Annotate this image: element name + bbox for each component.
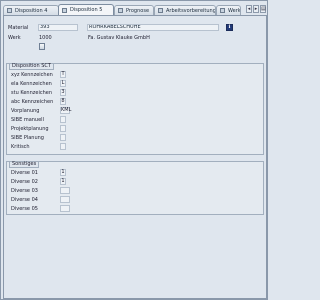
row-value-field[interactable] bbox=[60, 116, 66, 123]
tab-list-icon[interactable]: ▤ bbox=[260, 5, 266, 13]
tab-page-icon bbox=[158, 8, 163, 13]
row-value-field[interactable] bbox=[60, 196, 70, 203]
row-label: Vorplanung bbox=[11, 108, 40, 114]
tab-label: Disposition 4 bbox=[15, 7, 48, 14]
tab-page-icon bbox=[62, 7, 67, 13]
row-label: Kritisch bbox=[11, 144, 30, 150]
misc-group: Sonstiges Diverse 01 1 Diverse 02 1 Dive… bbox=[6, 161, 264, 215]
tab-label: Werk bbox=[228, 7, 241, 14]
info-icon[interactable]: i bbox=[226, 24, 233, 31]
plant-value: 1000 bbox=[39, 35, 52, 41]
tab-page-icon bbox=[220, 8, 225, 13]
tab-strip: Disposition 4 Disposition 5 Prognose Arb… bbox=[3, 4, 267, 15]
scroll-right-icon[interactable]: ▸ bbox=[253, 5, 259, 13]
row-value-field[interactable]: 1 bbox=[60, 169, 66, 176]
row-value-field[interactable]: L bbox=[60, 80, 66, 87]
row-value-field[interactable] bbox=[60, 134, 66, 141]
material-label: Material bbox=[8, 25, 29, 31]
scroll-left-icon[interactable]: ◂ bbox=[246, 5, 252, 13]
group-title: Disposition SCT bbox=[9, 63, 54, 70]
row-label: Diverse 04 bbox=[11, 197, 38, 203]
row-label: Projektplanung bbox=[11, 126, 49, 132]
material-description-field: ROHRKABELSCHUHE bbox=[87, 24, 219, 31]
row-value-field[interactable] bbox=[60, 187, 70, 194]
tab-label: Prognose bbox=[126, 7, 150, 14]
row-value-field[interactable] bbox=[60, 125, 66, 132]
plant-select-button[interactable] bbox=[39, 43, 45, 50]
row-label: ela Kennzeichen bbox=[11, 81, 52, 87]
row-label: SIBE Planung bbox=[11, 135, 44, 141]
row-value-field[interactable]: T bbox=[60, 71, 66, 78]
tab-label: Disposition 5 bbox=[70, 7, 103, 13]
window-frame: Disposition 4 Disposition 5 Prognose Arb… bbox=[0, 0, 268, 300]
row-label: stu Kennzeichen bbox=[11, 90, 53, 96]
tab-page-icon bbox=[7, 8, 12, 13]
row-value-field[interactable] bbox=[60, 143, 66, 150]
row-value-field[interactable]: 1 bbox=[60, 178, 66, 185]
tab-disposition-4[interactable]: Disposition 4 bbox=[3, 5, 59, 15]
row-value-field[interactable]: KML bbox=[60, 107, 71, 114]
row-value-field[interactable]: 3 bbox=[60, 89, 66, 96]
row-label: Diverse 05 bbox=[11, 206, 38, 212]
row-label: Diverse 03 bbox=[11, 188, 38, 194]
tab-page-icon bbox=[118, 8, 123, 13]
tab-prognose[interactable]: Prognose bbox=[114, 5, 154, 15]
row-label: SIBE manuell bbox=[11, 117, 44, 123]
row-value-field[interactable]: 8 bbox=[60, 98, 66, 105]
mrp-group: Disposition SCT xyz Kennzeichen T ela Ke… bbox=[6, 63, 264, 155]
tab-label: Arbeitsvorbereitung bbox=[166, 7, 216, 14]
tab-disposition-5[interactable]: Disposition 5 bbox=[58, 4, 114, 15]
group-title: Sonstiges bbox=[9, 161, 40, 168]
tab-arbeitsvorbereitung[interactable]: Arbeitsvorbereitung bbox=[154, 5, 216, 15]
material-field[interactable]: 393 bbox=[38, 24, 78, 31]
row-value-field[interactable] bbox=[60, 205, 70, 212]
tab-werk[interactable]: Werk bbox=[216, 5, 241, 15]
plant-label: Werk bbox=[8, 35, 21, 41]
tab-content-panel: Material 393 ROHRKABELSCHUHE i Werk 1000… bbox=[3, 15, 267, 299]
tab-scroll-controls: ◂ ▸ ▤ bbox=[246, 5, 266, 15]
row-label: abc Kennzeichen bbox=[11, 99, 54, 105]
row-label: xyz Kennzeichen bbox=[11, 72, 53, 78]
plant-description: Fa. Gustav Klauke GmbH bbox=[88, 35, 150, 41]
row-label: Diverse 01 bbox=[11, 170, 38, 176]
row-label: Diverse 02 bbox=[11, 179, 38, 185]
